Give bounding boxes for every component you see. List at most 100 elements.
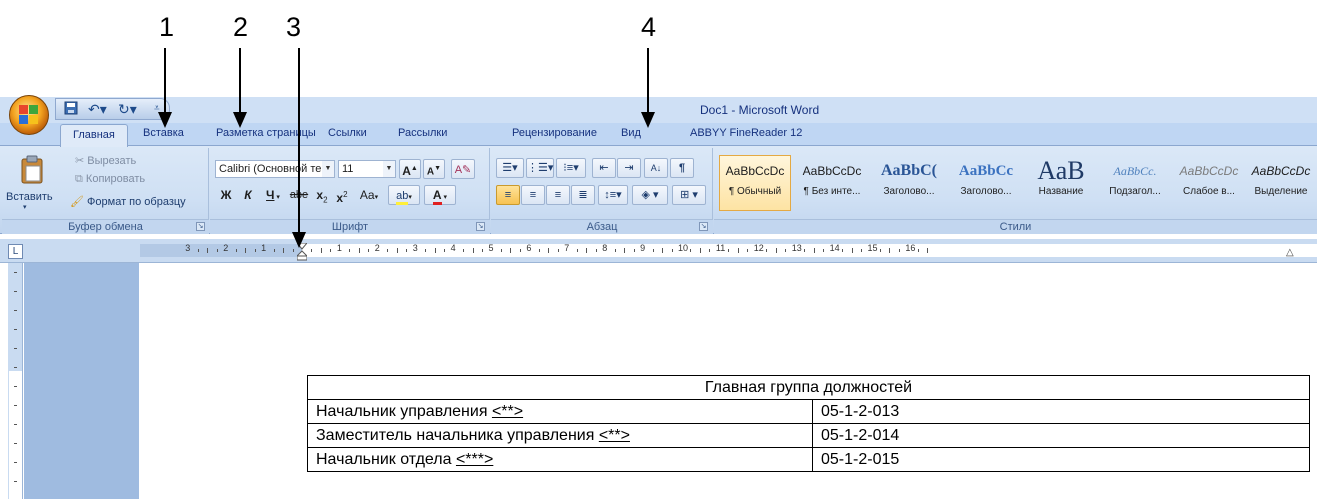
ruler-tick bbox=[823, 249, 825, 252]
ruler-number: 15 bbox=[867, 243, 878, 253]
style-heading-1[interactable]: AaBbC( Заголово... bbox=[873, 155, 945, 211]
style-no-spacing[interactable]: AaBbCcDc ¶ Без инте... bbox=[796, 155, 868, 211]
ruler-tick bbox=[235, 249, 237, 252]
line-spacing-button[interactable]: ↕≡▾ bbox=[598, 185, 628, 205]
ruler-number: 8 bbox=[602, 243, 608, 253]
style-name: Заголово... bbox=[960, 186, 1012, 197]
paste-icon[interactable] bbox=[20, 155, 44, 185]
superscript-button[interactable]: x2 bbox=[333, 186, 351, 206]
ruler-tick bbox=[444, 249, 446, 252]
decrease-indent-button[interactable]: ⇤ bbox=[592, 158, 616, 178]
table-cell-name[interactable]: Начальник управления <**> bbox=[307, 399, 813, 424]
copy-label: Копировать bbox=[85, 173, 146, 185]
table-header-cell[interactable]: Главная группа должностей bbox=[307, 375, 1310, 400]
align-right-button[interactable]: ≡ bbox=[546, 185, 570, 205]
tab-mailings[interactable]: Рассылки bbox=[398, 127, 447, 139]
ruler-tick bbox=[387, 249, 389, 252]
font-color-button[interactable]: A ▾ bbox=[424, 185, 456, 205]
change-case-button[interactable]: Aa▾ bbox=[355, 186, 383, 206]
footnote-ref[interactable]: <**> bbox=[599, 427, 630, 444]
strikethrough-button[interactable]: abe bbox=[288, 186, 310, 206]
table-cell-code[interactable]: 05-1-2-015 bbox=[812, 447, 1310, 472]
underline-button[interactable]: Ч ▾ bbox=[261, 186, 285, 206]
format-painter-button[interactable]: 🖌 Формат по образцу bbox=[70, 195, 186, 208]
shrink-font-button[interactable]: A▼ bbox=[423, 159, 445, 179]
font-name-dropdown-icon[interactable]: ▼ bbox=[322, 161, 334, 177]
footnote-ref[interactable]: <***> bbox=[456, 451, 493, 468]
italic-button[interactable]: К bbox=[240, 186, 256, 206]
clipboard-dialog-launcher-icon[interactable]: ↘ bbox=[196, 222, 205, 231]
ruler-tick bbox=[482, 249, 484, 252]
save-icon[interactable] bbox=[64, 101, 78, 118]
tab-home[interactable]: Главная bbox=[60, 124, 128, 147]
document-margin-area bbox=[24, 263, 139, 499]
table-cell-code[interactable]: 05-1-2-014 bbox=[812, 423, 1310, 448]
paragraph-dialog-launcher-icon[interactable]: ↘ bbox=[699, 222, 708, 231]
ruler-number: 2 bbox=[223, 243, 229, 253]
redo-icon[interactable]: ↻▾ bbox=[118, 101, 137, 117]
increase-indent-button[interactable]: ⇥ bbox=[617, 158, 641, 178]
bullets-button[interactable]: ☰▾ bbox=[496, 158, 524, 178]
clear-formatting-icon: A✎ bbox=[454, 164, 472, 176]
vertical-ruler-tick bbox=[14, 481, 17, 482]
numbering-button[interactable]: ⋮☰▾ bbox=[526, 158, 554, 178]
vertical-ruler-tick bbox=[14, 310, 17, 311]
style-heading-2[interactable]: AaBbCc Заголово... bbox=[950, 155, 1022, 211]
ruler-number: 13 bbox=[791, 243, 802, 253]
document-table[interactable]: Главная группа должностей Начальник упра… bbox=[307, 375, 1310, 472]
tab-page-layout[interactable]: Разметка страницы bbox=[216, 127, 316, 139]
borders-button[interactable]: ⊞ ▾ bbox=[672, 185, 706, 205]
indent-marker-icon[interactable] bbox=[297, 243, 307, 261]
ruler-tick bbox=[197, 249, 199, 252]
bold-button[interactable]: Ж bbox=[218, 186, 234, 206]
table-cell-name[interactable]: Заместитель начальника управления <**> bbox=[307, 423, 813, 448]
sort-button[interactable]: А↓ bbox=[644, 158, 668, 178]
style-normal[interactable]: AaBbCcDc ¶ Обычный bbox=[719, 155, 791, 211]
clear-formatting-button[interactable]: A✎ bbox=[451, 159, 475, 179]
multilevel-list-button[interactable]: ⁝≡▾ bbox=[556, 158, 586, 178]
paste-dropdown-icon[interactable]: ▾ bbox=[23, 203, 27, 211]
tab-abbyy[interactable]: ABBYY FineReader 12 bbox=[690, 127, 802, 139]
font-name-combo[interactable]: Calibri (Основной те ▼ bbox=[215, 160, 335, 178]
office-button[interactable] bbox=[9, 95, 49, 135]
tab-review[interactable]: Рецензирование bbox=[512, 127, 597, 139]
ribbon-tab-row bbox=[0, 123, 1317, 145]
decrease-indent-icon: ⇤ bbox=[599, 162, 609, 174]
ruler-tick bbox=[927, 248, 929, 253]
table-row: Начальник управления <**> 05-1-2-013 bbox=[307, 399, 1310, 424]
ruler-tick bbox=[254, 249, 256, 252]
copy-button[interactable]: ⧉ Копировать bbox=[75, 173, 145, 186]
font-dialog-launcher-icon[interactable]: ↘ bbox=[476, 222, 485, 231]
font-size-dropdown-icon[interactable]: ▼ bbox=[383, 161, 395, 177]
justify-button[interactable]: ≣ bbox=[571, 185, 595, 205]
align-left-button[interactable]: ≡ bbox=[496, 185, 520, 205]
subscript-button[interactable]: x2 bbox=[313, 186, 331, 206]
style-emphasis[interactable]: AaBbCcDc Выделение bbox=[1245, 155, 1317, 211]
style-title[interactable]: АаВ Название bbox=[1025, 155, 1097, 211]
shading-button[interactable]: ◈ ▾ bbox=[632, 185, 668, 205]
highlight-button[interactable]: ab▾ bbox=[388, 185, 420, 205]
tab-references[interactable]: Ссылки bbox=[328, 127, 367, 139]
style-subtitle[interactable]: AaBbCc. Подзагол... bbox=[1099, 155, 1171, 211]
table-cell-code[interactable]: 05-1-2-013 bbox=[812, 399, 1310, 424]
style-sample: AaBbCcDc bbox=[1251, 164, 1311, 178]
tab-insert[interactable]: Вставка bbox=[143, 127, 184, 139]
footnote-ref[interactable]: <**> bbox=[492, 403, 523, 420]
style-subtle-emphasis[interactable]: AaBbCcDc Слабое в... bbox=[1173, 155, 1245, 211]
show-marks-button[interactable]: ¶ bbox=[670, 158, 694, 178]
tab-selector-icon[interactable]: L bbox=[8, 244, 23, 259]
table-cell-name[interactable]: Начальник отдела <***> bbox=[307, 447, 813, 472]
tab-view[interactable]: Вид bbox=[621, 127, 641, 139]
font-size-combo[interactable]: 11 ▼ bbox=[338, 160, 396, 178]
grow-font-button[interactable]: A▲ bbox=[399, 159, 421, 179]
ruler-tick bbox=[804, 249, 806, 252]
undo-icon[interactable]: ↶▾ bbox=[88, 101, 107, 117]
align-center-button[interactable]: ≡ bbox=[521, 185, 545, 205]
paste-button[interactable]: Вставить bbox=[6, 191, 53, 203]
ruler-tick bbox=[879, 249, 881, 252]
ruler-tick bbox=[662, 248, 664, 253]
ruler-number: 1 bbox=[261, 243, 267, 253]
cut-button[interactable]: ✂ Вырезать bbox=[75, 154, 136, 167]
right-indent-icon[interactable]: △ bbox=[1286, 247, 1294, 258]
customize-icon[interactable]: ⩡ bbox=[154, 101, 160, 117]
